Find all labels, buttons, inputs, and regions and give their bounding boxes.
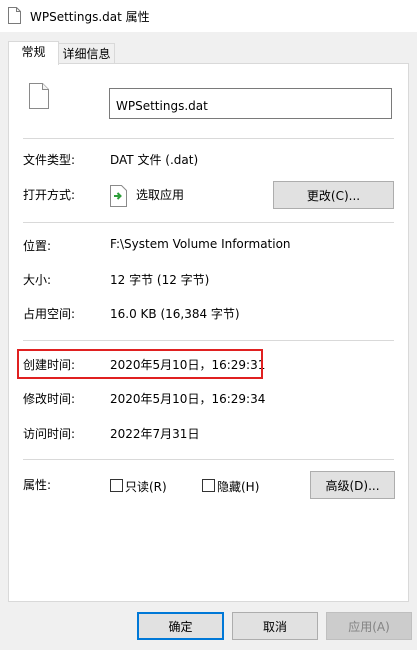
readonly-label[interactable]: 只读(R) xyxy=(125,478,167,495)
highlight-box xyxy=(17,349,263,379)
ok-button[interactable]: 确定 xyxy=(137,612,224,640)
file-type-label: 文件类型: xyxy=(23,153,76,167)
location-value: F:\System Volume Information xyxy=(110,237,291,251)
attributes-label: 属性: xyxy=(23,478,52,492)
size-value: 12 字节 (12 字节) xyxy=(110,273,210,287)
opens-with-label: 打开方式: xyxy=(23,188,76,202)
divider xyxy=(23,340,394,341)
title-bar: WPSettings.dat 属性 xyxy=(0,0,417,32)
apply-button[interactable]: 应用(A) xyxy=(326,612,412,640)
tab-general[interactable]: 常规 xyxy=(8,41,59,65)
file-icon xyxy=(8,7,21,24)
tab-details[interactable]: 详细信息 xyxy=(59,43,115,65)
size-label: 大小: xyxy=(23,273,52,287)
hidden-label[interactable]: 隐藏(H) xyxy=(217,478,259,495)
app-icon xyxy=(110,185,127,207)
file-type-icon xyxy=(29,83,49,109)
divider xyxy=(23,138,394,139)
size-on-disk-label: 占用空间: xyxy=(23,307,76,321)
file-type-value: DAT 文件 (.dat) xyxy=(110,153,199,167)
file-name-input[interactable] xyxy=(109,88,392,119)
modified-value: 2020年5月10日，16:29:34 xyxy=(110,392,266,406)
accessed-value: 2022年7月31日 xyxy=(110,427,200,441)
window-title: WPSettings.dat 属性 xyxy=(30,10,150,24)
properties-panel xyxy=(8,63,409,602)
advanced-button[interactable]: 高级(D)... xyxy=(310,471,395,499)
opens-with-value: 选取应用 xyxy=(136,188,185,202)
modified-label: 修改时间: xyxy=(23,392,76,406)
size-on-disk-value: 16.0 KB (16,384 字节) xyxy=(110,307,240,321)
divider xyxy=(23,459,394,460)
divider xyxy=(23,222,394,223)
cancel-button[interactable]: 取消 xyxy=(232,612,318,640)
accessed-label: 访问时间: xyxy=(23,427,76,441)
location-label: 位置: xyxy=(23,239,52,253)
hidden-checkbox[interactable] xyxy=(202,479,215,492)
readonly-checkbox[interactable] xyxy=(110,479,123,492)
change-button[interactable]: 更改(C)... xyxy=(273,181,394,209)
